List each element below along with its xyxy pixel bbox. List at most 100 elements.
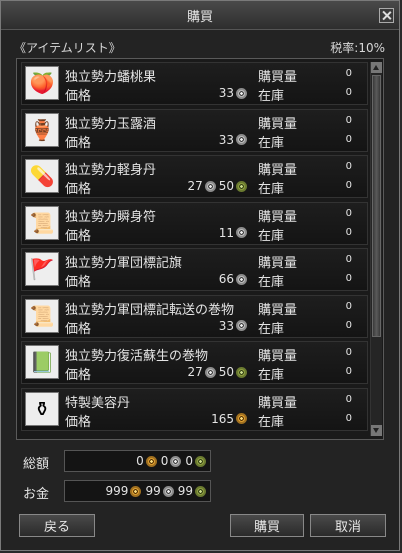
money-amount: 999 99 99	[64, 480, 211, 502]
item-quantity: 0	[345, 161, 352, 172]
pill-icon: 💊	[25, 159, 59, 193]
flag-icon: 🚩	[25, 252, 59, 286]
item-quantity: 0	[345, 254, 352, 265]
amount-value: 999	[105, 484, 129, 498]
item-price: 27 50	[172, 178, 247, 194]
stock-label: 在庫	[258, 321, 285, 337]
amount-value: 99	[177, 484, 193, 498]
item-row[interactable]: 📗 独立勢力復活蘇生の巻物 価格 27 50 購買量在庫 0 0	[21, 341, 368, 384]
quantity-label: 購買量	[258, 116, 298, 132]
silver-coin-icon	[162, 485, 174, 497]
quantity-label: 購買量	[258, 395, 298, 411]
gold-coin-icon	[236, 413, 247, 424]
silver-coin-icon	[236, 320, 247, 331]
item-quantity: 0	[345, 347, 352, 358]
item-name: 独立勢力軍団標記旗	[65, 256, 183, 271]
revival-scroll-icon: 📗	[25, 345, 59, 379]
scrollbar[interactable]	[370, 62, 382, 436]
green-coin-icon	[195, 455, 206, 467]
amount-value: 50	[218, 365, 234, 379]
stock-label: 在庫	[258, 228, 285, 244]
quantity-label: 購買量	[258, 349, 298, 364]
scrollbar-thumb[interactable]	[372, 75, 381, 337]
item-price: 33	[172, 132, 247, 148]
amount-value: 165	[211, 411, 234, 426]
amount-value: 33	[218, 132, 234, 147]
amount-value: 33	[218, 86, 234, 100]
item-list: 🍑 独立勢力蟠桃果 価格 33 購買量 在庫 0 0 🏺 独立勢力玉露酒 価格 33 購買量 在庫 0 0 💊 独…	[16, 58, 384, 440]
item-name: 特製美容丹	[65, 395, 131, 411]
stock-label: 在庫	[258, 275, 285, 290]
amount-value: 50	[218, 179, 234, 193]
item-price: 33	[172, 318, 247, 334]
close-icon[interactable]	[379, 8, 394, 23]
amount-value: 27	[187, 365, 203, 379]
item-row[interactable]: 🚩 独立勢力軍団標記旗 価格 66 購買量 在庫 0 0	[21, 248, 368, 291]
item-stock: 0	[345, 87, 352, 98]
amount-value: 0	[136, 454, 144, 468]
price-label: 価格	[65, 414, 92, 430]
green-coin-icon	[195, 485, 206, 497]
silver-coin-icon	[236, 87, 247, 99]
beauty-vase-icon: ⚱	[25, 391, 59, 426]
green-coin-icon	[236, 366, 247, 378]
silver-coin-icon	[236, 227, 247, 238]
scroll-up-icon[interactable]	[371, 62, 382, 73]
item-row[interactable]: 🍑 独立勢力蟠桃果 価格 33 購買量 在庫 0 0	[21, 62, 368, 105]
item-stock: 0	[345, 180, 352, 191]
title-bar[interactable]: 購買	[1, 1, 399, 30]
talisman-icon: 📜	[25, 205, 59, 240]
item-name: 独立勢力復活蘇生の巻物	[65, 349, 209, 364]
silver-coin-icon	[236, 273, 247, 285]
tax-rate-label: 税率:10%	[330, 41, 385, 55]
item-list-label: 《アイテムリスト》	[14, 41, 121, 55]
item-stock: 0	[345, 366, 352, 377]
item-name: 独立勢力玉露酒	[65, 116, 157, 132]
silver-coin-icon	[236, 134, 247, 145]
scroll-down-icon[interactable]	[371, 425, 382, 436]
price-label: 価格	[65, 368, 92, 383]
item-name: 独立勢力軍団標記転送の巻物	[65, 302, 235, 318]
item-quantity: 0	[345, 300, 352, 312]
item-stock: 0	[345, 412, 352, 424]
price-label: 価格	[65, 182, 92, 197]
quantity-label: 購買量	[258, 256, 298, 271]
price-label: 価格	[65, 275, 92, 290]
price-label: 価格	[65, 228, 92, 244]
stock-label: 在庫	[258, 182, 285, 197]
stock-label: 在庫	[258, 368, 285, 383]
silver-coin-icon	[170, 455, 182, 467]
item-quantity: 0	[345, 207, 352, 219]
quantity-label: 購買量	[258, 209, 298, 225]
item-row[interactable]: 🏺 独立勢力玉露酒 価格 33 購買量 在庫 0 0	[21, 108, 368, 152]
amount-value: 27	[187, 179, 203, 193]
item-row[interactable]: 📜 独立勢力軍団標記転送の巻物 価格 33 購買量 在庫 0 0	[21, 294, 368, 338]
amount-value: 11	[218, 225, 234, 240]
total-amount: 0 0 0	[64, 450, 211, 472]
shop-window: 購買 《アイテムリスト》 税率:10% 🍑 独立勢力蟠桃果 価格 33 購買量 在庫 0 0 🏺…	[0, 0, 400, 551]
silver-coin-icon	[204, 366, 216, 378]
quantity-label: 購買量	[258, 163, 298, 178]
green-coin-icon	[236, 180, 247, 192]
amount-value: 99	[145, 484, 161, 498]
amount-value: 66	[218, 272, 234, 286]
price-label: 価格	[65, 321, 92, 337]
item-row[interactable]: ⚱ 特製美容丹 価格 165 購買量 在庫 0 0	[21, 387, 368, 431]
peach-icon: 🍑	[25, 66, 59, 100]
window-title: 購買	[186, 10, 213, 25]
total-label: 総額	[23, 457, 50, 472]
item-price: 27 50	[172, 364, 247, 380]
buy-button[interactable]: 購買	[230, 514, 304, 537]
item-row[interactable]: 💊 独立勢力軽身丹 価格 27 50 購買量 在庫 0 0	[21, 155, 368, 198]
item-quantity: 0	[345, 114, 352, 126]
item-stock: 0	[345, 133, 352, 145]
stock-label: 在庫	[258, 89, 285, 104]
scroll-icon: 📜	[25, 298, 59, 333]
item-price: 66	[172, 271, 247, 287]
quantity-label: 購買量	[258, 302, 298, 318]
gold-coin-icon	[130, 485, 142, 497]
item-row[interactable]: 📜 独立勢力瞬身符 価格 11 購買量 在庫 0 0	[21, 201, 368, 245]
back-button[interactable]: 戻る	[19, 514, 95, 537]
item-price: 33	[172, 85, 247, 101]
cancel-button[interactable]: 取消	[310, 514, 386, 537]
